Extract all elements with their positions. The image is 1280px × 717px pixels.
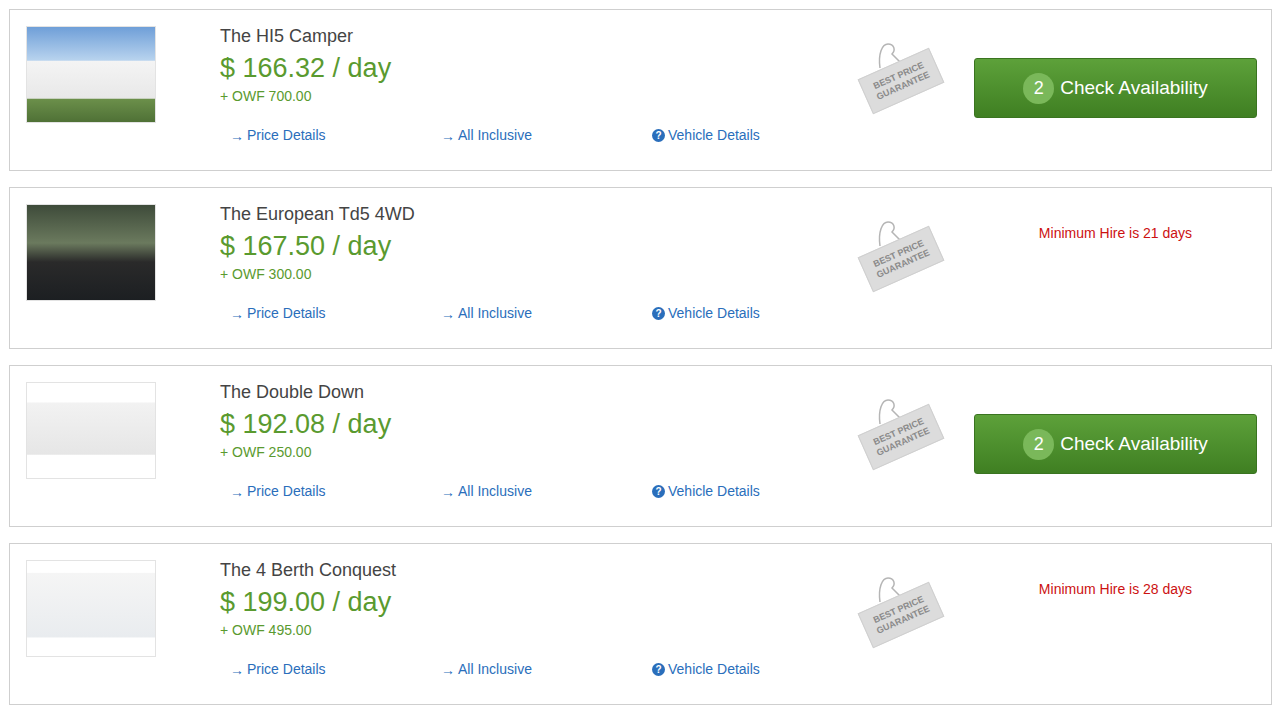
- link-label: Price Details: [247, 125, 326, 146]
- vehicle-name[interactable]: The 4 Berth Conquest: [220, 559, 830, 581]
- vehicle-name[interactable]: The Double Down: [220, 381, 830, 403]
- listing-action: Minimum Hire is 21 days: [974, 188, 1257, 242]
- question-icon: ?: [652, 485, 665, 498]
- detail-link[interactable]: →All Inclusive: [441, 303, 652, 324]
- listing-info: The HI5 Camper $ 166.32 / day + OWF 700.00…: [220, 10, 830, 146]
- arrow-icon: →: [441, 485, 455, 499]
- detail-link[interactable]: →Price Details: [230, 481, 441, 502]
- link-label: Vehicle Details: [668, 481, 760, 502]
- arrow-icon: →: [230, 663, 244, 677]
- vehicle-photo[interactable]: [26, 204, 156, 301]
- detail-link[interactable]: →Price Details: [230, 659, 441, 680]
- minimum-hire-notice: Minimum Hire is 21 days: [974, 224, 1257, 242]
- listing-action: 2Check Availability: [974, 366, 1257, 474]
- button-label: Check Availability: [1060, 74, 1208, 103]
- arrow-icon: →: [230, 485, 244, 499]
- link-label: Vehicle Details: [668, 659, 760, 680]
- arrow-icon: →: [230, 129, 244, 143]
- detail-links: →Price Details→All Inclusive?Vehicle Det…: [220, 125, 830, 146]
- guarantee-tag: BEST PRICE GUARANTEE: [858, 582, 945, 648]
- one-way-fee: + OWF 495.00: [220, 621, 830, 639]
- arrow-icon: →: [441, 663, 455, 677]
- listing-action: Minimum Hire is 28 days: [974, 544, 1257, 598]
- vehicle-photo[interactable]: [26, 26, 156, 123]
- detail-links: →Price Details→All Inclusive?Vehicle Det…: [220, 659, 830, 680]
- daily-price: $ 166.32 / day: [220, 51, 830, 85]
- vehicle-name[interactable]: The European Td5 4WD: [220, 203, 830, 225]
- detail-link[interactable]: →All Inclusive: [441, 481, 652, 502]
- guarantee-tag: BEST PRICE GUARANTEE: [858, 226, 945, 292]
- price-guarantee: BEST PRICE GUARANTEE: [830, 366, 972, 468]
- check-availability-button[interactable]: 2Check Availability: [974, 414, 1257, 474]
- detail-link[interactable]: ?Vehicle Details: [652, 125, 863, 146]
- guarantee-tag: BEST PRICE GUARANTEE: [858, 48, 945, 114]
- listing-info: The 4 Berth Conquest $ 199.00 / day + OWF …: [220, 544, 830, 680]
- listing-card: The Double Down $ 192.08 / day + OWF 250.0…: [9, 365, 1272, 527]
- one-way-fee: + OWF 300.00: [220, 265, 830, 283]
- listing-action: 2Check Availability: [974, 10, 1257, 118]
- link-label: Price Details: [247, 481, 326, 502]
- vehicle-name[interactable]: The HI5 Camper: [220, 25, 830, 47]
- listing-list: The HI5 Camper $ 166.32 / day + OWF 700.00…: [0, 0, 1280, 705]
- detail-link[interactable]: →Price Details: [230, 303, 441, 324]
- listing-card: The European Td5 4WD $ 167.50 / day + OWF …: [9, 187, 1272, 349]
- vehicle-photo[interactable]: [26, 382, 156, 479]
- link-label: Vehicle Details: [668, 303, 760, 324]
- price-guarantee: BEST PRICE GUARANTEE: [830, 544, 972, 646]
- minimum-hire-notice: Minimum Hire is 28 days: [974, 580, 1257, 598]
- price-guarantee: BEST PRICE GUARANTEE: [830, 188, 972, 290]
- detail-link[interactable]: ?Vehicle Details: [652, 659, 863, 680]
- link-label: All Inclusive: [458, 659, 532, 680]
- link-label: All Inclusive: [458, 481, 532, 502]
- listing-card: The 4 Berth Conquest $ 199.00 / day + OWF …: [9, 543, 1272, 705]
- link-label: All Inclusive: [458, 303, 532, 324]
- arrow-icon: →: [441, 307, 455, 321]
- guarantee-tag-icon: BEST PRICE GUARANTEE: [856, 396, 946, 468]
- detail-link[interactable]: →Price Details: [230, 125, 441, 146]
- question-icon: ?: [652, 663, 665, 676]
- detail-link[interactable]: →All Inclusive: [441, 659, 652, 680]
- one-way-fee: + OWF 250.00: [220, 443, 830, 461]
- detail-link[interactable]: ?Vehicle Details: [652, 481, 863, 502]
- button-label: Check Availability: [1060, 430, 1208, 459]
- detail-links: →Price Details→All Inclusive?Vehicle Det…: [220, 303, 830, 324]
- link-label: All Inclusive: [458, 125, 532, 146]
- link-label: Vehicle Details: [668, 125, 760, 146]
- arrow-icon: →: [230, 307, 244, 321]
- detail-links: →Price Details→All Inclusive?Vehicle Det…: [220, 481, 830, 502]
- listing-card: The HI5 Camper $ 166.32 / day + OWF 700.00…: [9, 9, 1272, 171]
- guarantee-tag-icon: BEST PRICE GUARANTEE: [856, 574, 946, 646]
- detail-link[interactable]: ?Vehicle Details: [652, 303, 863, 324]
- question-icon: ?: [652, 129, 665, 142]
- price-guarantee: BEST PRICE GUARANTEE: [830, 10, 972, 112]
- link-label: Price Details: [247, 659, 326, 680]
- one-way-fee: + OWF 700.00: [220, 87, 830, 105]
- guarantee-tag: BEST PRICE GUARANTEE: [858, 404, 945, 470]
- check-availability-button[interactable]: 2Check Availability: [974, 58, 1257, 118]
- guarantee-tag-icon: BEST PRICE GUARANTEE: [856, 40, 946, 112]
- daily-price: $ 199.00 / day: [220, 585, 830, 619]
- daily-price: $ 192.08 / day: [220, 407, 830, 441]
- count-badge: 2: [1023, 429, 1054, 460]
- detail-link[interactable]: →All Inclusive: [441, 125, 652, 146]
- listing-info: The Double Down $ 192.08 / day + OWF 250.0…: [220, 366, 830, 502]
- count-badge: 2: [1023, 73, 1054, 104]
- vehicle-photo[interactable]: [26, 560, 156, 657]
- daily-price: $ 167.50 / day: [220, 229, 830, 263]
- listing-info: The European Td5 4WD $ 167.50 / day + OWF …: [220, 188, 830, 324]
- guarantee-tag-icon: BEST PRICE GUARANTEE: [856, 218, 946, 290]
- link-label: Price Details: [247, 303, 326, 324]
- question-icon: ?: [652, 307, 665, 320]
- arrow-icon: →: [441, 129, 455, 143]
